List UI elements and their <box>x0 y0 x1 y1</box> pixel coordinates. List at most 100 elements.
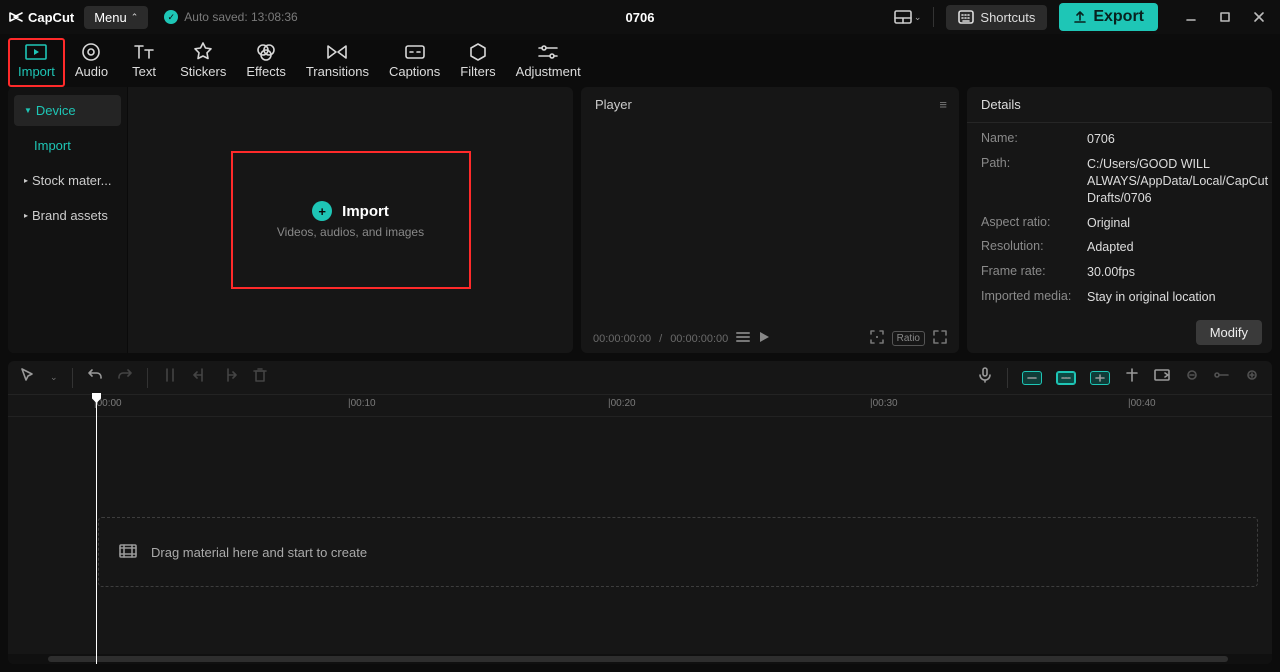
autosave-status: ✓ Auto saved: 13:08:36 <box>164 10 297 24</box>
sidebar-item-stock[interactable]: ▸Stock mater... <box>14 165 121 196</box>
preview-icon[interactable] <box>1154 367 1170 388</box>
plus-icon: + <box>312 201 332 221</box>
timeline-dropzone[interactable]: Drag material here and start to create <box>98 517 1258 587</box>
tab-adjustment[interactable]: Adjustment <box>506 38 591 87</box>
timeline-tracks[interactable]: Drag material here and start to create <box>8 417 1272 654</box>
ruler-tick: |00:30 <box>870 398 898 409</box>
selection-tool-icon[interactable] <box>20 367 36 388</box>
export-button[interactable]: Export <box>1059 3 1158 31</box>
detail-path-value: C:/Users/GOOD WILL ALWAYS/AppData/Local/… <box>1087 156 1268 207</box>
detail-media-value: Stay in original location <box>1087 289 1216 306</box>
mic-icon[interactable] <box>977 367 993 388</box>
player-panel: Player ≡ 00:00:00:00 / 00:00:00:00 Ratio <box>581 87 959 353</box>
detail-aspect-value: Original <box>1087 215 1130 232</box>
detail-aspect-label: Aspect ratio: <box>981 215 1087 232</box>
import-title: Import <box>342 203 389 220</box>
align-icon[interactable] <box>1124 367 1140 388</box>
detail-fps-label: Frame rate: <box>981 264 1087 281</box>
caret-down-icon: ▼ <box>24 106 32 115</box>
import-subtitle: Videos, audios, and images <box>277 225 424 239</box>
tab-filters[interactable]: Filters <box>450 38 505 87</box>
timeline-ruler[interactable]: |00:00 |00:10 |00:20 |00:30 |00:40 <box>8 395 1272 417</box>
import-dropzone[interactable]: + Import Videos, audios, and images <box>231 151 471 289</box>
titlebar: CapCut Menu⌃ ✓ Auto saved: 13:08:36 0706… <box>0 0 1280 34</box>
stickers-icon <box>193 42 213 62</box>
detail-media-label: Imported media: <box>981 289 1087 306</box>
ruler-tick: |00:40 <box>1128 398 1156 409</box>
sidebar-item-import[interactable]: Import <box>14 130 121 161</box>
zoom-out-icon[interactable] <box>1184 367 1200 388</box>
text-icon <box>133 42 155 62</box>
tab-import[interactable]: Import <box>8 38 65 87</box>
magnet-toggle-3[interactable] <box>1090 371 1110 385</box>
shortcuts-button[interactable]: Shortcuts <box>946 5 1047 30</box>
app-name: CapCut <box>28 10 74 25</box>
player-ratio-button[interactable]: Ratio <box>892 331 925 346</box>
sidebar-item-brand[interactable]: ▸Brand assets <box>14 200 121 231</box>
ruler-tick: |00:10 <box>348 398 376 409</box>
filters-icon <box>469 42 487 62</box>
tab-audio[interactable]: Audio <box>65 38 118 87</box>
tab-effects[interactable]: Effects <box>236 38 296 87</box>
modify-button[interactable]: Modify <box>1196 320 1262 345</box>
player-play-button[interactable] <box>758 331 770 346</box>
window-close-button[interactable] <box>1246 4 1272 30</box>
player-menu-icon[interactable]: ≡ <box>939 97 947 112</box>
tab-stickers[interactable]: Stickers <box>170 38 236 87</box>
split-right-icon[interactable] <box>222 367 238 388</box>
timeline-scrollbar[interactable] <box>8 654 1272 664</box>
magnet-toggle-1[interactable] <box>1022 371 1042 385</box>
window-maximize-button[interactable] <box>1212 4 1238 30</box>
tab-transitions[interactable]: Transitions <box>296 38 379 87</box>
chevron-down-icon: ⌄ <box>914 12 922 23</box>
layout-switch-button[interactable]: ⌄ <box>894 10 922 25</box>
timeline-panel: ⌄ <box>8 361 1272 664</box>
media-sidebar: ▼Device Import ▸Stock mater... ▸Brand as… <box>8 87 128 353</box>
player-title: Player <box>595 97 632 112</box>
zoom-slider[interactable] <box>1214 367 1230 388</box>
import-icon <box>24 42 48 62</box>
delete-icon[interactable] <box>252 367 268 388</box>
app-logo: CapCut <box>8 9 74 25</box>
chevron-down-icon[interactable]: ⌄ <box>50 372 58 383</box>
split-icon[interactable] <box>162 367 178 388</box>
tab-text[interactable]: Text <box>118 38 170 87</box>
redo-button[interactable] <box>117 367 133 388</box>
window-minimize-button[interactable] <box>1178 4 1204 30</box>
player-viewport <box>581 122 959 292</box>
split-left-icon[interactable] <box>192 367 208 388</box>
sidebar-item-device[interactable]: ▼Device <box>14 95 121 126</box>
clip-icon <box>119 544 137 561</box>
player-list-icon[interactable] <box>736 331 750 346</box>
magnet-toggle-2[interactable] <box>1056 371 1076 385</box>
adjustment-icon <box>537 42 559 62</box>
check-icon: ✓ <box>164 10 178 24</box>
chevron-up-icon: ⌃ <box>131 12 139 23</box>
detail-path-label: Path: <box>981 156 1087 207</box>
player-focus-icon[interactable] <box>870 330 884 347</box>
detail-res-label: Resolution: <box>981 239 1087 256</box>
transitions-icon <box>326 42 348 62</box>
timeline-toolbar: ⌄ <box>8 361 1272 395</box>
player-time-current: 00:00:00:00 <box>593 333 651 345</box>
capcut-logo-icon <box>8 9 24 25</box>
menu-button[interactable]: Menu⌃ <box>84 6 148 29</box>
ruler-tick: |00:20 <box>608 398 636 409</box>
details-title: Details <box>967 87 1272 123</box>
project-title: 0706 <box>626 10 655 25</box>
media-panel: ▼Device Import ▸Stock mater... ▸Brand as… <box>8 87 573 353</box>
details-panel: Details Name:0706 Path:C:/Users/GOOD WIL… <box>967 87 1272 353</box>
caret-right-icon: ▸ <box>24 176 28 185</box>
caret-right-icon: ▸ <box>24 211 28 220</box>
detail-fps-value: 30.00fps <box>1087 264 1135 281</box>
audio-icon <box>81 42 101 62</box>
captions-icon <box>404 42 426 62</box>
player-fullscreen-icon[interactable] <box>933 330 947 347</box>
media-tabs: Import Audio Text Stickers Effects Trans… <box>0 34 1280 87</box>
undo-button[interactable] <box>87 367 103 388</box>
tab-captions[interactable]: Captions <box>379 38 450 87</box>
zoom-in-icon[interactable] <box>1244 367 1260 388</box>
detail-name-value: 0706 <box>1087 131 1115 148</box>
effects-icon <box>256 42 276 62</box>
player-time-total: 00:00:00:00 <box>670 333 728 345</box>
